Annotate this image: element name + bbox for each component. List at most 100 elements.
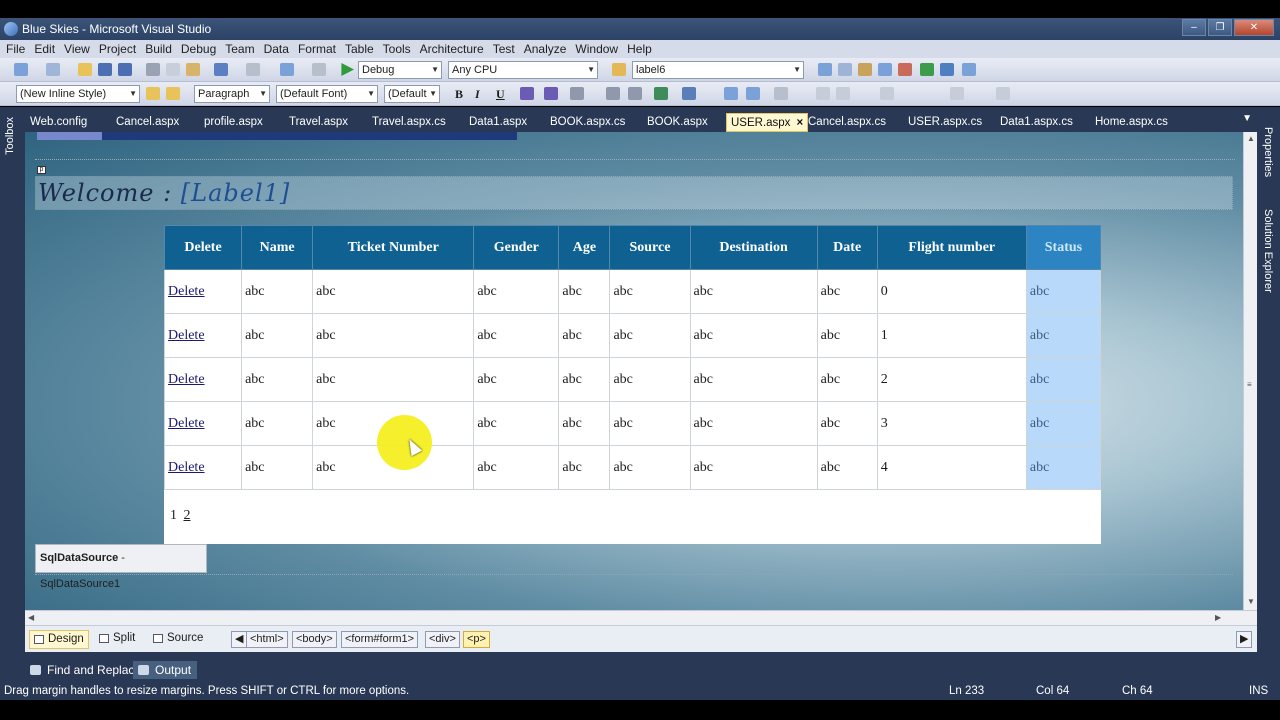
menu-format[interactable]: Format xyxy=(298,40,336,58)
navigate-backward-icon[interactable] xyxy=(280,63,294,76)
foreground-color-icon[interactable] xyxy=(520,87,534,100)
breadcrumb-scroll-left-icon[interactable]: ◀ xyxy=(231,631,248,648)
tab-travel-aspx[interactable]: Travel.aspx xyxy=(289,113,348,132)
solution-explorer-tab[interactable]: Solution Explorer xyxy=(1262,209,1274,293)
save-all-icon[interactable] xyxy=(118,63,132,76)
tab-user-aspx[interactable]: USER.aspx × xyxy=(726,113,809,132)
tab-cancel-aspx-cs[interactable]: Cancel.aspx.cs xyxy=(808,113,886,132)
properties-tab[interactable]: Properties xyxy=(1262,127,1274,177)
font-size-select[interactable]: (Default ▼ xyxy=(384,85,440,103)
menu-project[interactable]: Project xyxy=(99,40,136,58)
breadcrumb-body[interactable]: <body> xyxy=(292,631,337,648)
apply-style-icon[interactable] xyxy=(146,87,160,100)
design-view-button[interactable]: Design xyxy=(29,630,89,649)
label1-control[interactable]: [Label1] xyxy=(181,179,290,207)
breadcrumb-scroll-right-icon[interactable]: ▶ xyxy=(1236,631,1253,648)
menu-table[interactable]: Table xyxy=(345,40,374,58)
insert-table-icon[interactable] xyxy=(724,87,738,100)
output-tab[interactable]: Output xyxy=(133,661,198,679)
navigate-forward-icon[interactable] xyxy=(312,63,326,76)
tab-data1-aspx-cs[interactable]: Data1.aspx.cs xyxy=(1000,113,1073,132)
welcome-paragraph[interactable]: Welcome : [Label1] xyxy=(35,176,1233,210)
tab-cancel-aspx[interactable]: Cancel.aspx xyxy=(116,113,179,132)
delete-link[interactable]: Delete xyxy=(168,372,205,387)
start-debugging-icon[interactable] xyxy=(341,63,354,76)
bold-icon[interactable]: B xyxy=(455,87,463,102)
close-tab-icon[interactable]: × xyxy=(796,117,803,129)
delete-link[interactable]: Delete xyxy=(168,284,205,299)
delete-link[interactable]: Delete xyxy=(168,460,205,475)
sqldatasource-control[interactable]: SqlDataSource - SqlDataSource1 xyxy=(35,544,207,590)
copy-icon[interactable] xyxy=(166,63,180,76)
target-rule-select[interactable]: (New Inline Style) ▼ xyxy=(16,85,140,103)
source-view-button[interactable]: Source xyxy=(149,630,207,649)
close-button[interactable]: ✕ xyxy=(1234,19,1274,36)
align-top-icon[interactable] xyxy=(880,87,894,100)
window-layout-icon[interactable] xyxy=(962,63,976,76)
scroll-down-icon[interactable]: ▼ xyxy=(1247,597,1255,606)
breadcrumb-html[interactable]: <html> xyxy=(246,631,288,648)
open-folder-icon[interactable] xyxy=(78,63,92,76)
undo-icon[interactable] xyxy=(214,63,228,76)
tab-travel-aspx-cs[interactable]: Travel.aspx.cs xyxy=(372,113,446,132)
distribute-rows-icon[interactable] xyxy=(950,87,964,100)
minimize-button[interactable]: – xyxy=(1182,19,1206,36)
numbering-icon[interactable] xyxy=(606,87,620,100)
scroll-thumb-icon[interactable]: ≡ xyxy=(1247,380,1252,389)
tab-web-config[interactable]: Web.config xyxy=(30,113,87,132)
vertical-scrollbar[interactable]: ▲ ≡ ▼ xyxy=(1243,132,1257,610)
properties-icon[interactable] xyxy=(838,63,852,76)
menu-team[interactable]: Team xyxy=(225,40,254,58)
new-style-icon[interactable] xyxy=(166,87,180,100)
paste-icon[interactable] xyxy=(186,63,200,76)
design-surface[interactable]: p Welcome : [Label1] Delete Name Ticket … xyxy=(25,132,1257,625)
underline-icon[interactable]: U xyxy=(496,87,505,102)
menu-window[interactable]: Window xyxy=(575,40,618,58)
delete-link[interactable]: Delete xyxy=(168,416,205,431)
add-item-icon[interactable] xyxy=(46,63,60,76)
autofit-icon[interactable] xyxy=(996,87,1010,100)
redo-icon[interactable] xyxy=(246,63,260,76)
restore-button[interactable]: ❐ xyxy=(1208,19,1232,36)
solution-configuration-select[interactable]: Debug ▼ xyxy=(358,61,442,79)
object-browser-icon[interactable] xyxy=(858,63,872,76)
tab-dropdown-icon[interactable]: ▼ xyxy=(1242,113,1252,124)
scroll-left-icon[interactable]: ◀ xyxy=(28,613,34,622)
pager-page-2-link[interactable]: 2 xyxy=(184,508,191,523)
split-cells-icon[interactable] xyxy=(836,87,850,100)
menu-edit[interactable]: Edit xyxy=(34,40,55,58)
block-format-select[interactable]: Paragraph ▼ xyxy=(194,85,270,103)
insert-columns-icon[interactable] xyxy=(774,87,788,100)
breadcrumb-p[interactable]: <p> xyxy=(463,631,490,648)
find-in-files-icon[interactable] xyxy=(612,63,626,76)
italic-icon[interactable]: I xyxy=(475,87,480,102)
menu-test[interactable]: Test xyxy=(493,40,515,58)
justify-icon[interactable] xyxy=(570,87,584,100)
menu-data[interactable]: Data xyxy=(264,40,289,58)
save-icon[interactable] xyxy=(98,63,112,76)
cut-icon[interactable] xyxy=(146,63,160,76)
tools-icon[interactable] xyxy=(898,63,912,76)
horizontal-scrollbar[interactable]: ◀ ▶ xyxy=(25,610,1257,625)
tab-data1-aspx[interactable]: Data1.aspx xyxy=(469,113,527,132)
scroll-up-icon[interactable]: ▲ xyxy=(1247,134,1255,143)
font-name-select[interactable]: (Default Font) ▼ xyxy=(276,85,378,103)
tab-profile-aspx[interactable]: profile.aspx xyxy=(204,113,263,132)
menu-view[interactable]: View xyxy=(64,40,90,58)
tab-book-aspx-cs[interactable]: BOOK.aspx.cs xyxy=(550,113,625,132)
toolbox-tab[interactable]: Toolbox xyxy=(4,117,16,155)
breadcrumb-div[interactable]: <div> xyxy=(425,631,460,648)
bullets-icon[interactable] xyxy=(628,87,642,100)
delete-link[interactable]: Delete xyxy=(168,328,205,343)
new-project-icon[interactable] xyxy=(14,63,28,76)
menu-analyze[interactable]: Analyze xyxy=(524,40,567,58)
menu-build[interactable]: Build xyxy=(145,40,172,58)
solution-platform-select[interactable]: Any CPU ▼ xyxy=(448,61,598,79)
gridview[interactable]: Delete Name Ticket Number Gender Age Sou… xyxy=(163,225,1102,544)
breadcrumb-form[interactable]: <form#form1> xyxy=(341,631,419,648)
find-combo[interactable]: label6 ▼ xyxy=(632,61,804,79)
merge-cells-icon[interactable] xyxy=(816,87,830,100)
tab-book-aspx[interactable]: BOOK.aspx xyxy=(647,113,708,132)
find-and-replace-tab[interactable]: Find and Replace xyxy=(25,661,141,679)
tab-home-aspx-cs[interactable]: Home.aspx.cs xyxy=(1095,113,1168,132)
